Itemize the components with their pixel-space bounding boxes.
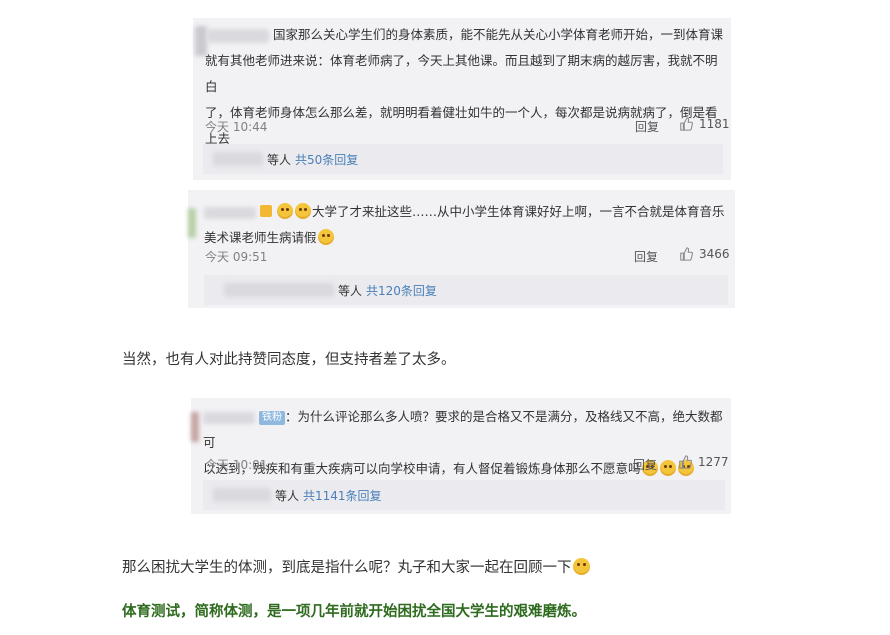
reply-summary: 等人 共120条回复 bbox=[204, 275, 728, 305]
comment-text: 大学了才来扯这些……从中小学生体育课好好上啊，一言不合就是体育音乐 美术课老师生… bbox=[204, 199, 729, 251]
like-count: 1277 bbox=[698, 455, 729, 469]
username-blur bbox=[203, 411, 255, 424]
comment-card-3: 铁粉 ：为什么评论那么多人喷？要求的是合格又不是满分，及格线又不高，绝大数都可 以… bbox=[191, 398, 731, 514]
article-highlight: 体育测试，简称体测，是一项几年前就开始困扰全国大学生的艰难磨炼。 bbox=[122, 604, 586, 620]
thumbs-up-icon bbox=[679, 455, 692, 469]
like-count: 3466 bbox=[699, 247, 730, 261]
reply-button[interactable]: 回复 bbox=[635, 118, 659, 135]
thumbs-up-icon bbox=[680, 247, 693, 261]
like-button[interactable]: 1181 bbox=[679, 117, 730, 131]
reply-summary-text: 等人 bbox=[338, 283, 363, 298]
emoji-icon bbox=[659, 460, 676, 476]
emoji-icon bbox=[276, 203, 293, 219]
username-blur bbox=[204, 206, 256, 219]
comment-line: 铁粉 ：为什么评论那么多人喷？要求的是合格又不是满分，及格线又不高，绝大数都可 bbox=[203, 409, 723, 450]
medal-icon bbox=[259, 205, 272, 217]
view-replies-link[interactable]: 共120条回复 bbox=[366, 282, 437, 299]
comment-line-text: 美术课老师生病请假 bbox=[204, 230, 317, 245]
comment-line-text: 大学了才来扯这些……从中小学生体育课好好上啊，一言不合就是体育音乐 bbox=[311, 204, 725, 219]
comment-time: 今天 10:01 bbox=[205, 458, 268, 472]
reply-summary-text: 等人 bbox=[275, 488, 300, 503]
fan-badge: 铁粉 bbox=[258, 411, 285, 425]
comment-line: 大学了才来扯这些……从中小学生体育课好好上啊，一言不合就是体育音乐 bbox=[204, 199, 729, 225]
comment-card-2: 大学了才来扯这些……从中小学生体育课好好上啊，一言不合就是体育音乐 美术课老师生… bbox=[188, 190, 735, 308]
comment-time: 今天 10:44 bbox=[205, 120, 268, 134]
reply-summary: 等人 共1141条回复 bbox=[203, 480, 725, 510]
username-blur bbox=[207, 29, 269, 43]
emoji-icon bbox=[317, 229, 334, 245]
reply-summary: 等人 共50条回复 bbox=[203, 144, 723, 174]
reply-summary-text: 等人 bbox=[267, 152, 292, 167]
like-button[interactable]: 3466 bbox=[679, 247, 730, 261]
emoji-icon bbox=[572, 558, 590, 575]
like-count: 1181 bbox=[699, 117, 730, 131]
article-paragraph: 那么困扰大学生的体测，到底是指什么呢？丸子和大家一起在回顾一下 bbox=[122, 556, 591, 577]
thumbs-up-icon bbox=[680, 117, 693, 131]
view-replies-link[interactable]: 共1141条回复 bbox=[303, 487, 382, 504]
comment-card-1: 国家那么关心学生们的身体素质，能不能先从关心小学体育老师开始，一到体育课 就有其… bbox=[193, 18, 731, 180]
username-blur bbox=[224, 283, 334, 297]
view-replies-link[interactable]: 共50条回复 bbox=[295, 151, 358, 168]
reply-button[interactable]: 回复 bbox=[633, 456, 657, 473]
reply-button[interactable]: 回复 bbox=[634, 248, 658, 265]
username-blur bbox=[213, 152, 263, 166]
comment-line: 就有其他老师进来说：体育老师病了，今天上其他课。而且越到了期末病的越厉害，我就不… bbox=[205, 53, 718, 94]
comment-line-text: 以达到，残疾和有重大疾病可以向学校申请，有人督促着锻炼身体那么不愿意吗 bbox=[203, 461, 641, 476]
comment-line: 国家那么关心学生们的身体素质，能不能先从关心小学体育老师开始，一到体育课 bbox=[273, 27, 724, 42]
article-paragraph-text: 那么困扰大学生的体测，到底是指什么呢？丸子和大家一起在回顾一下 bbox=[122, 560, 572, 576]
like-button[interactable]: 1277 bbox=[678, 455, 729, 469]
avatar bbox=[191, 412, 199, 442]
username-blur bbox=[213, 488, 271, 502]
avatar bbox=[188, 208, 196, 238]
article-paragraph: 当然，也有人对此持赞同态度，但支持者差了太多。 bbox=[122, 352, 456, 368]
comment-time: 今天 09:51 bbox=[205, 250, 268, 264]
emoji-icon bbox=[294, 203, 311, 219]
